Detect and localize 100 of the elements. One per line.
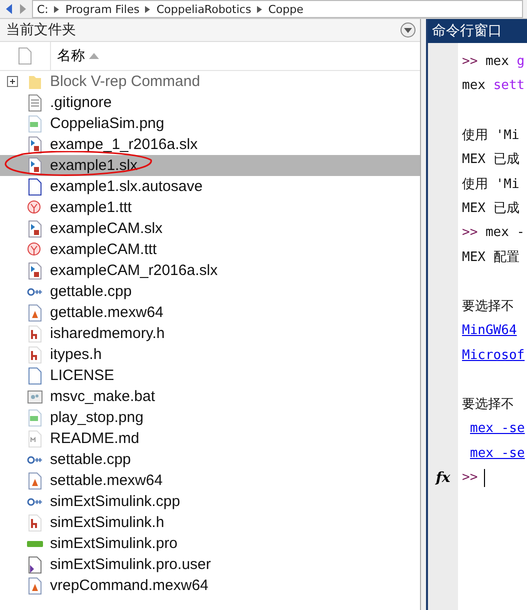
file-row[interactable]: isharedmemory.h xyxy=(0,323,420,344)
cpp-file-icon xyxy=(27,498,43,506)
file-row[interactable]: example1.slx.autosave xyxy=(0,176,420,197)
command-window-title: 命令行窗口 xyxy=(428,19,527,43)
file-name: gettable.cpp xyxy=(50,283,132,300)
breadcrumb-separator-icon xyxy=(54,6,60,12)
mex-file-icon xyxy=(28,472,42,490)
file-name: itypes.h xyxy=(50,346,102,363)
command-text: mex xyxy=(462,78,486,94)
command-text: >> xyxy=(462,54,478,69)
file-row[interactable]: CoppeliaSim.png xyxy=(0,113,420,134)
command-text: 使用 'Mi xyxy=(462,126,520,144)
file-row[interactable]: settable.cpp xyxy=(0,449,420,470)
command-text: MEX 配置 xyxy=(462,249,520,266)
cpp-file-icon xyxy=(27,288,43,296)
command-link[interactable]: mex -se xyxy=(470,446,525,461)
text-file-icon xyxy=(28,94,42,112)
command-text: 使用 'Mi xyxy=(462,176,520,193)
image-file-icon xyxy=(28,114,42,132)
header-file-icon xyxy=(28,346,42,364)
file-row[interactable]: exampleCAM.slx xyxy=(0,218,420,239)
file-name: settable.mexw64 xyxy=(50,472,163,489)
text-cursor xyxy=(484,468,485,486)
command-text: mex xyxy=(484,54,510,69)
file-row[interactable]: simExtSimulink.pro xyxy=(0,533,420,554)
breadcrumb[interactable]: Program Files xyxy=(65,2,140,16)
file-row[interactable]: .gitignore xyxy=(0,92,420,113)
file-row[interactable]: LICENSE xyxy=(0,365,420,386)
command-text: MEX 已成 xyxy=(462,200,520,218)
blank-file-icon xyxy=(28,366,42,384)
command-text: sett xyxy=(493,78,525,94)
address-bar[interactable]: C: Program Files CoppeliaRobotics Coppe xyxy=(32,0,523,18)
cpp-file-icon xyxy=(27,456,43,464)
file-name: example1.slx.autosave xyxy=(50,178,203,195)
model-file-icon xyxy=(28,220,42,238)
command-prompt: >> xyxy=(462,470,478,485)
name-column-header[interactable]: 名称 xyxy=(51,47,99,65)
command-text: MEX 已成 xyxy=(462,151,520,168)
model-file-icon xyxy=(28,156,42,174)
breadcrumb[interactable]: CoppeliaRobotics xyxy=(156,2,252,16)
file-name: LICENSE xyxy=(50,367,114,384)
file-row[interactable]: exampleCAM.ttt xyxy=(0,239,420,260)
function-browser-button[interactable]: fx xyxy=(428,470,458,486)
file-name: CoppeliaSim.png xyxy=(50,115,164,132)
command-link[interactable]: mex -se xyxy=(470,421,525,436)
file-row[interactable]: README.md xyxy=(0,428,420,449)
file-name: exampleCAM.slx xyxy=(50,220,163,237)
file-name: msvc_make.bat xyxy=(50,388,156,405)
file-name: example1.ttt xyxy=(50,199,132,216)
file-name: simExtSimulink.cpp xyxy=(50,493,180,510)
command-link[interactable]: MinGW64 xyxy=(462,323,517,338)
command-text: 要选择不 xyxy=(462,298,514,316)
file-name: simExtSimulink.h xyxy=(50,514,164,531)
file-type-icon xyxy=(18,47,32,65)
back-icon[interactable] xyxy=(4,3,14,15)
file-name: vrepCommand.mexw64 xyxy=(50,577,208,594)
file-name: .gitignore xyxy=(50,94,112,111)
command-link[interactable]: Microsof xyxy=(462,348,525,363)
file-row[interactable]: simExtSimulink.cpp xyxy=(0,491,420,512)
file-row[interactable]: example1.ttt xyxy=(0,197,420,218)
project-file-icon xyxy=(27,540,43,548)
file-row[interactable]: exampleCAM_r2016a.slx xyxy=(0,260,420,281)
file-name: settable.cpp xyxy=(50,451,131,468)
model-file-icon xyxy=(28,262,42,280)
scene-file-icon xyxy=(27,200,43,216)
expand-icon[interactable] xyxy=(6,76,18,87)
file-row[interactable]: play_stop.png xyxy=(0,407,420,428)
file-row[interactable]: Block V-rep Command xyxy=(0,71,420,92)
file-row[interactable]: exampe_1_r2016a.slx xyxy=(0,134,420,155)
file-name: play_stop.png xyxy=(50,409,144,426)
command-text: >> xyxy=(462,225,478,240)
command-text: g xyxy=(516,54,525,69)
code-file-icon xyxy=(28,178,42,196)
panel-menu-icon[interactable] xyxy=(400,22,416,38)
breadcrumb-separator-icon xyxy=(145,6,150,12)
file-name: Block V-rep Command xyxy=(50,73,200,90)
file-name: isharedmemory.h xyxy=(50,325,165,342)
file-name: README.md xyxy=(50,430,140,447)
file-name: exampleCAM.ttt xyxy=(50,241,157,258)
command-text: mex - xyxy=(484,225,525,240)
file-name: example1.slx xyxy=(50,157,138,174)
folder-icon xyxy=(28,74,42,90)
file-row[interactable]: simExtSimulink.h xyxy=(0,512,420,533)
file-row[interactable]: msvc_make.bat xyxy=(0,386,420,407)
project-user-file-icon xyxy=(28,556,42,574)
header-file-icon xyxy=(28,514,42,532)
file-row[interactable]: vrepCommand.mexw64 xyxy=(0,575,420,596)
file-row[interactable]: simExtSimulink.pro.user xyxy=(0,554,420,575)
file-row[interactable]: gettable.mexw64 xyxy=(0,302,420,323)
breadcrumb[interactable]: C: xyxy=(37,2,48,16)
image-file-icon xyxy=(28,408,42,426)
command-text: 要选择不 xyxy=(462,396,514,414)
breadcrumb[interactable]: Coppe xyxy=(268,2,304,16)
file-name: simExtSimulink.pro.user xyxy=(50,556,211,573)
file-name: gettable.mexw64 xyxy=(50,304,164,321)
file-row[interactable]: gettable.cpp xyxy=(0,281,420,302)
batch-file-icon xyxy=(27,390,43,404)
mex-file-icon xyxy=(28,304,42,322)
file-row[interactable]: settable.mexw64 xyxy=(0,470,420,491)
file-row[interactable]: itypes.h xyxy=(0,344,420,365)
